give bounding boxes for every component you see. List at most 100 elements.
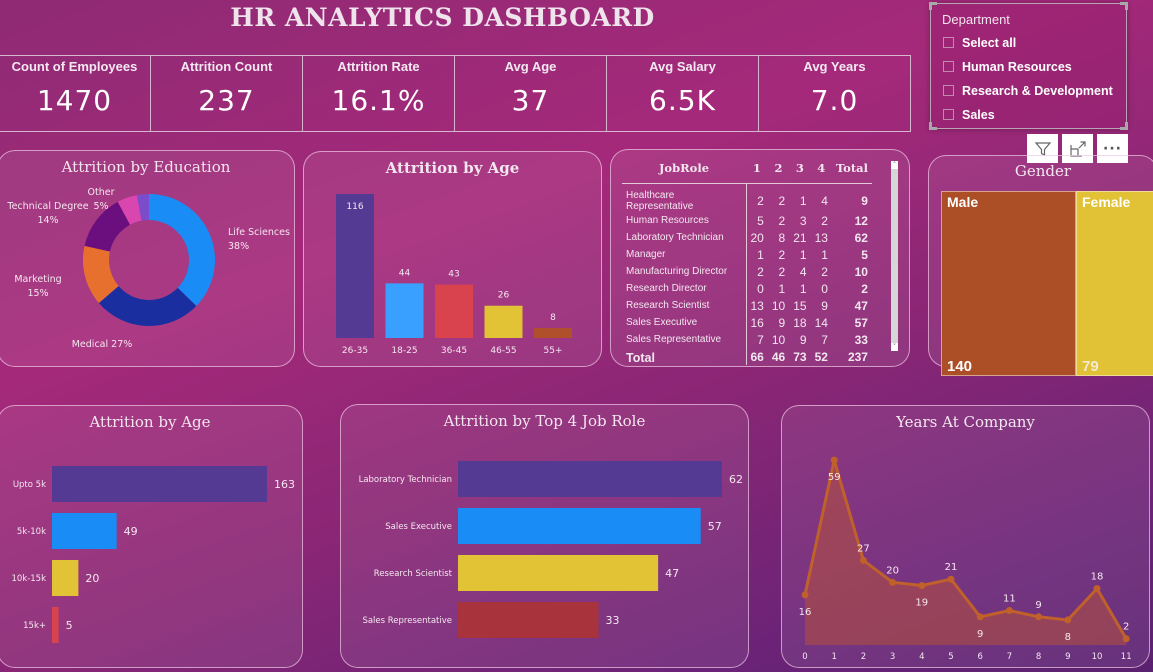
row-label: Research Scientist — [622, 297, 747, 314]
bar-18-25[interactable] — [385, 283, 424, 338]
bar-15k+[interactable] — [52, 607, 59, 643]
resize-handle[interactable] — [1120, 122, 1128, 130]
column-header[interactable]: 4 — [811, 157, 832, 184]
bar-upto-5k[interactable] — [52, 466, 267, 502]
cell-value: 0 — [757, 281, 764, 296]
area-fill[interactable] — [805, 460, 1127, 645]
kpi-card-attrition-count[interactable]: Attrition Count 237 — [150, 55, 303, 132]
treemap-tile-female[interactable]: Female 79 — [1076, 191, 1153, 376]
kpi-card-count-of-employees[interactable]: Count of Employees 1470 — [0, 55, 151, 132]
cell-value: 10 — [771, 298, 786, 313]
slicer-option-research-development[interactable]: Research & Development — [943, 82, 1126, 99]
resize-handle[interactable] — [1120, 2, 1128, 10]
data-point[interactable] — [801, 591, 809, 599]
matrix-row[interactable]: Sales Executive 16 9 18 14 57 — [622, 314, 872, 331]
x-tick-label: 55+ — [544, 346, 563, 356]
option-label: Select all — [962, 35, 1017, 50]
data-point[interactable] — [1005, 607, 1013, 615]
column-header[interactable]: JobRole — [622, 157, 746, 184]
bar-55+[interactable] — [534, 328, 572, 338]
donut-slice-life-sciences[interactable] — [149, 194, 215, 306]
salary-bar-chart: Upto 5k 163 5k-10k 49 10k-15k 20 15k+ 5 — [11, 466, 295, 643]
data-point[interactable] — [918, 581, 926, 589]
bar-46-55[interactable] — [484, 305, 523, 338]
checkbox[interactable] — [943, 85, 954, 96]
cell-value: 13 — [814, 230, 828, 245]
point-data-label: 11 — [1003, 594, 1016, 605]
bar-research-scientist[interactable] — [458, 555, 659, 591]
bar-36-45[interactable] — [435, 284, 473, 338]
age-column-chart: 116 26-35 44 18-25 43 36-45 26 46-55 8 55+ — [336, 194, 572, 356]
checkbox[interactable] — [943, 61, 954, 72]
kpi-card-avg-salary[interactable]: Avg Salary 6.5K — [606, 55, 759, 132]
x-tick-label: 8 — [1036, 652, 1041, 662]
matrix-row[interactable]: Research Director 0 1 1 0 2 — [622, 280, 872, 297]
matrix-row[interactable]: Manufacturing Director 2 2 4 2 10 — [622, 263, 872, 280]
data-point[interactable] — [889, 578, 897, 586]
data-point[interactable] — [1093, 585, 1101, 593]
point-data-label: 8 — [1065, 632, 1071, 643]
column-header[interactable]: 3 — [789, 157, 810, 184]
slicer-option-select-all[interactable]: Select all — [943, 34, 1126, 51]
cell-value: 21 — [793, 230, 807, 245]
donut-data-label: 5% — [93, 201, 108, 212]
y-tick-label: Research Scientist — [374, 569, 453, 579]
bar-laboratory-technician[interactable] — [458, 461, 722, 497]
scroll-down-icon[interactable]: ˅ — [891, 343, 898, 351]
kpi-card-avg-age[interactable]: Avg Age 37 — [454, 55, 607, 132]
department-slicer[interactable]: Department Select all Human Resources Re… — [929, 2, 1128, 130]
matrix-row[interactable]: Manager 1 2 1 1 5 — [622, 246, 872, 263]
bar-data-label: 116 — [346, 202, 363, 212]
bar-sales-representative[interactable] — [458, 602, 599, 638]
data-point[interactable] — [1122, 635, 1130, 643]
matrix-row[interactable]: Research Scientist 13 10 15 9 47 — [622, 297, 872, 314]
bar-sales-executive[interactable] — [458, 508, 701, 544]
matrix-row[interactable]: Human Resources 5 2 3 2 12 — [622, 212, 872, 229]
column-header[interactable]: 1 — [746, 157, 768, 184]
point-data-label: 19 — [915, 597, 928, 608]
column-header[interactable]: Total — [832, 157, 872, 184]
matrix-row[interactable]: Healthcare Representative 2 2 1 4 9 — [622, 183, 872, 212]
matrix-total-row: Total 66 46 73 52 237 — [622, 348, 872, 365]
slicer-option-human-resources[interactable]: Human Resources — [943, 58, 1126, 75]
matrix-row[interactable]: Laboratory Technician 20 8 21 13 62 — [622, 229, 872, 246]
bar-26-35[interactable] — [336, 194, 374, 338]
years-area-chart: 1605912722031942159611798891810211 — [799, 456, 1132, 662]
data-point[interactable] — [1064, 616, 1072, 624]
kpi-card-attrition-rate[interactable]: Attrition Rate 16.1% — [302, 55, 455, 132]
column-header[interactable]: 2 — [768, 157, 789, 184]
total-value: 66 — [750, 349, 764, 364]
cell-value: 2 — [757, 264, 764, 279]
data-point[interactable] — [976, 613, 984, 621]
row-total: 5 — [861, 247, 868, 262]
dashboard-title: HR ANALYTICS DASHBOARD — [230, 3, 655, 32]
resize-handle[interactable] — [929, 2, 937, 10]
jobrole-matrix-card: JobRole 1 2 3 4 Total Healthcare Represe… — [610, 149, 910, 367]
bar-data-label: 20 — [85, 572, 99, 585]
checkbox[interactable] — [943, 109, 954, 120]
resize-handle[interactable] — [929, 122, 937, 130]
data-point[interactable] — [1035, 613, 1043, 621]
x-tick-label: 0 — [802, 652, 807, 662]
bar-10k-15k[interactable] — [52, 560, 79, 596]
checkbox[interactable] — [943, 37, 954, 48]
x-tick-label: 9 — [1065, 652, 1070, 662]
data-point[interactable] — [947, 575, 955, 583]
x-tick-label: 1 — [831, 652, 836, 662]
data-point[interactable] — [859, 556, 867, 564]
cell-value: 2 — [821, 213, 828, 228]
treemap-tile-male[interactable]: Male 140 — [941, 191, 1076, 376]
kpi-card-avg-years[interactable]: Avg Years 7.0 — [758, 55, 911, 132]
point-data-label: 27 — [857, 543, 870, 554]
age-card: Attrition by Age 116 26-35 44 18-25 43 36-45 2… — [303, 151, 602, 367]
donut-data-label: Medical 27% — [72, 339, 133, 350]
data-point[interactable] — [830, 456, 838, 464]
bar-5k-10k[interactable] — [52, 513, 117, 549]
donut-data-label: Life Sciences — [228, 227, 290, 238]
vertical-scrollbar[interactable]: ˄ ˅ — [891, 161, 898, 351]
slicer-option-sales[interactable]: Sales — [943, 106, 1126, 123]
scroll-up-icon[interactable]: ˄ — [891, 161, 898, 169]
donut-slice-medical[interactable] — [98, 286, 197, 326]
matrix-row[interactable]: Sales Representative 7 10 9 7 33 — [622, 331, 872, 348]
point-data-label: 9 — [977, 629, 983, 640]
